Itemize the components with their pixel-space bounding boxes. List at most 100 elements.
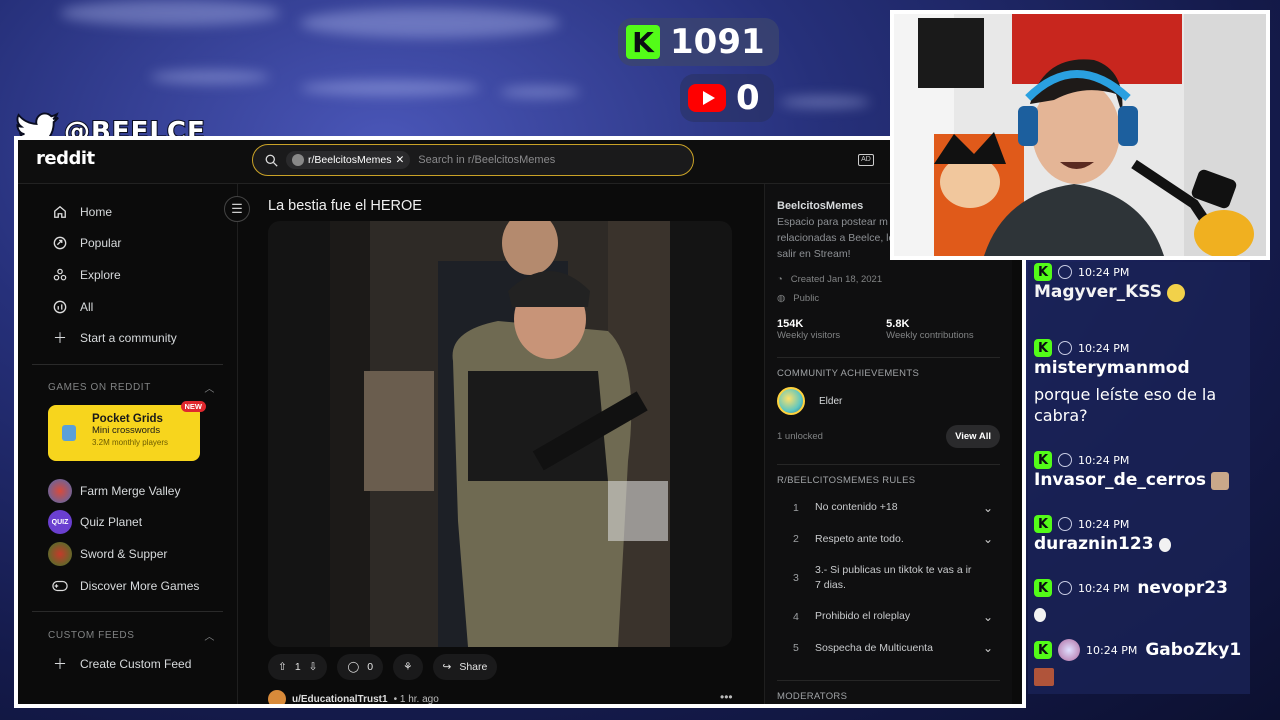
rule-text: No contenido +18 xyxy=(815,501,898,514)
sidebar-item-quiz-planet[interactable]: QUIZ Quiz Planet xyxy=(18,507,237,539)
chat-message: K 10:24 PM duraznin123 xyxy=(1034,514,1250,554)
section-title: CUSTOM FEEDS xyxy=(48,629,135,641)
rule-number: 5 xyxy=(793,642,799,655)
achievement-badge-icon xyxy=(777,387,805,415)
chat-timestamp: 10:24 PM xyxy=(1078,341,1130,355)
youtube-viewer-count: 0 xyxy=(736,78,760,118)
created-row: ◔ Created Jan 18, 2021 xyxy=(777,274,1000,285)
rule-item[interactable]: 5 Sospecha de Multicuenta ⌄ xyxy=(777,633,1000,665)
reddit-browser-window: reddit r/BeelcitosMemes ✕ Search in r/Be… xyxy=(14,136,1026,708)
award-button[interactable]: ⚘ xyxy=(393,654,423,680)
comments-button[interactable]: ◯ 0 xyxy=(337,654,384,680)
gamepad-icon xyxy=(48,574,72,598)
chat-timestamp: 10:24 PM xyxy=(1086,643,1138,657)
post-author[interactable]: u/EducationalTrust1 xyxy=(292,694,388,705)
chevron-down-icon[interactable]: ⌄ xyxy=(976,501,1000,515)
webcam-feed xyxy=(890,10,1270,260)
chat-message: K 10:24 PM GaboZky1 xyxy=(1034,639,1250,686)
vote-count: 1 xyxy=(294,661,301,673)
games-section-header[interactable]: GAMES ON REDDIT ︿ xyxy=(18,375,237,401)
chat-username[interactable]: nevopr23 xyxy=(1137,578,1228,598)
rule-item[interactable]: 1 No contenido +18 ⌄ xyxy=(777,492,1000,524)
created-date: Created Jan 18, 2021 xyxy=(790,274,883,285)
rules-header: R/BEELCITOSMEMES RULES xyxy=(777,464,1000,486)
rule-text: Prohibido el roleplay xyxy=(815,610,911,623)
share-label: Share xyxy=(459,661,488,673)
chat-username[interactable]: Invasor_de_cerros xyxy=(1034,470,1206,490)
chat-message-header: K 10:24 PM GaboZky1 xyxy=(1034,639,1250,661)
post-title[interactable]: La bestia fue el HEROE xyxy=(268,198,422,214)
game-thumbnail: QUIZ xyxy=(48,510,72,535)
close-icon[interactable]: ✕ xyxy=(395,154,404,166)
chat-username[interactable]: GaboZky1 xyxy=(1145,640,1241,660)
subreddit-stats: 154K Weekly visitors 5.8K Weekly contrib… xyxy=(777,318,1000,341)
kick-badge-icon: K xyxy=(1034,263,1052,281)
cloud-decoration xyxy=(300,8,560,38)
user-badge-icon xyxy=(1058,453,1072,467)
sidebar-item-discover-games[interactable]: Discover More Games xyxy=(18,570,237,602)
section-title: GAMES ON REDDIT xyxy=(48,382,151,394)
visitors-label: Weekly visitors xyxy=(777,330,841,341)
explore-icon xyxy=(52,267,68,283)
chat-message: K 10:24 PM misterymanmod porque leíste e… xyxy=(1034,338,1250,426)
game-players: 3.2M monthly players xyxy=(92,437,169,447)
game-subtitle: Mini crosswords xyxy=(92,424,161,436)
next-post-header[interactable]: u/EducationalTrust1 • 1 hr. ago xyxy=(268,690,439,705)
game-thumbnail xyxy=(48,541,72,566)
visitors-value: 154K xyxy=(777,318,804,330)
rule-item[interactable]: 3 3.- Si publicas un tiktok te vas a ir … xyxy=(777,555,1000,601)
reddit-logo[interactable]: reddit xyxy=(36,148,95,169)
create-custom-feed-button[interactable]: ＋ Create Custom Feed xyxy=(18,648,237,680)
create-feed-label: Create Custom Feed xyxy=(80,657,192,672)
sidebar-item-popular[interactable]: Popular xyxy=(18,228,237,260)
reddit-header: reddit r/BeelcitosMemes ✕ Search in r/Be… xyxy=(18,140,1022,184)
advertise-icon[interactable]: AD xyxy=(858,154,874,166)
sidebar-item-start-community[interactable]: ＋ Start a community xyxy=(18,322,237,354)
sidebar-item-explore[interactable]: Explore xyxy=(18,259,237,291)
chevron-down-icon[interactable]: ⌄ xyxy=(976,610,1000,624)
plus-icon: ＋ xyxy=(53,656,67,673)
chevron-down-icon[interactable]: ⌄ xyxy=(976,641,1000,655)
custom-feeds-section-header[interactable]: CUSTOM FEEDS ︿ xyxy=(18,622,237,648)
avatar xyxy=(1058,639,1080,661)
search-scope-label: r/BeelcitosMemes xyxy=(308,154,392,166)
view-all-button[interactable]: View All xyxy=(946,425,1000,448)
unlocked-count: 1 unlocked xyxy=(777,431,823,442)
upvote-icon[interactable]: ⇧ xyxy=(278,661,287,673)
sidebar-item-farm-merge-valley[interactable]: Farm Merge Valley xyxy=(18,475,237,507)
post-feed: La bestia fue el HEROE ⇧ 1 ⇩ ◯ 0 ⚘ ↪ Sha… xyxy=(250,184,744,705)
sidebar-item-home[interactable]: Home xyxy=(18,196,237,228)
sidebar-item-label: All xyxy=(80,299,94,314)
achievement-item[interactable]: Elder xyxy=(777,387,1000,415)
contributions-label: Weekly contributions xyxy=(886,330,974,341)
visibility-row: ◍ Public xyxy=(777,293,1000,304)
kick-icon: K xyxy=(626,25,660,59)
chat-username[interactable]: Magyver_KSS xyxy=(1034,282,1162,302)
chevron-down-icon[interactable]: ⌄ xyxy=(976,532,1000,546)
post-video[interactable] xyxy=(268,221,732,647)
chat-username[interactable]: duraznin123 xyxy=(1034,534,1154,554)
search-scope-chip[interactable]: r/BeelcitosMemes ✕ xyxy=(286,151,411,169)
emote-icon xyxy=(1167,283,1186,302)
vote-control[interactable]: ⇧ 1 ⇩ xyxy=(268,654,328,680)
search-input[interactable]: Search in r/BeelcitosMemes xyxy=(418,154,555,166)
featured-game-card[interactable]: Pocket Grids Mini crosswords 3.2M monthl… xyxy=(48,400,206,461)
downvote-icon[interactable]: ⇩ xyxy=(309,661,318,673)
search-bar[interactable]: r/BeelcitosMemes ✕ Search in r/Beelcitos… xyxy=(252,144,694,176)
more-options-icon[interactable]: ••• xyxy=(720,690,733,704)
post-actions-bar: ⇧ 1 ⇩ ◯ 0 ⚘ ↪ Share xyxy=(268,654,498,680)
sidebar-item-all[interactable]: All xyxy=(18,291,237,323)
chat-timestamp: 10:24 PM xyxy=(1078,517,1130,531)
cake-icon: ◔ xyxy=(777,274,783,285)
emote-icon xyxy=(1158,537,1171,552)
rule-item[interactable]: 4 Prohibido el roleplay ⌄ xyxy=(777,601,1000,633)
chat-username[interactable]: misterymanmod xyxy=(1034,358,1190,378)
sidebar-item-sword-supper[interactable]: Sword & Supper xyxy=(18,538,237,570)
chevron-up-icon: ︿ xyxy=(204,384,215,396)
share-button[interactable]: ↪ Share xyxy=(432,654,498,680)
sidebar-collapse-button[interactable]: ☰ xyxy=(224,196,250,222)
rule-item[interactable]: 2 Respeto ante todo. ⌄ xyxy=(777,524,1000,556)
achievement-name: Elder xyxy=(819,395,843,407)
game-thumbnail xyxy=(48,478,72,503)
rule-text: Sospecha de Multicuenta xyxy=(815,641,933,654)
